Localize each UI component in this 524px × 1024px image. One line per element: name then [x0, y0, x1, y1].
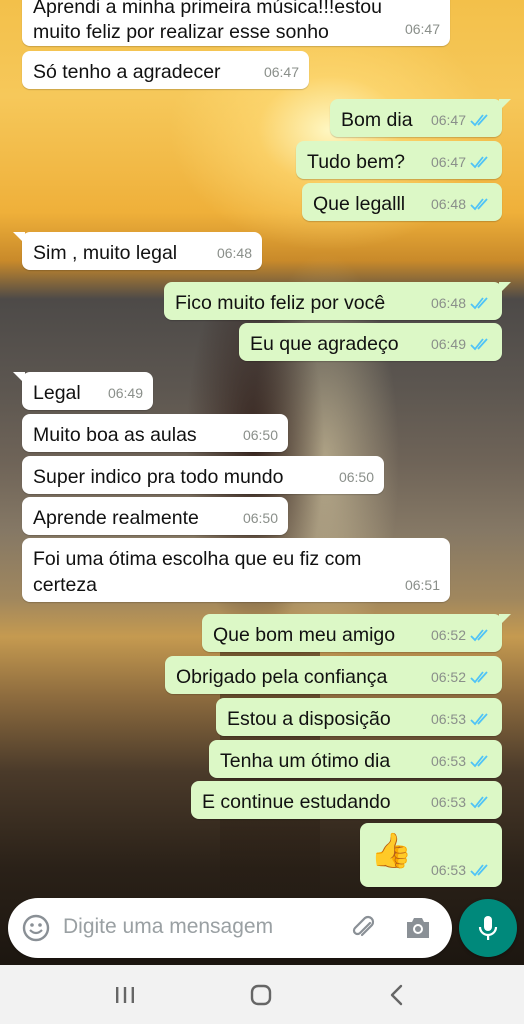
message-text: Fico muito feliz por você — [175, 292, 386, 314]
read-ticks-icon — [470, 713, 488, 726]
read-ticks-icon — [470, 629, 488, 642]
message-text: Tenha um ótimo dia — [220, 750, 391, 772]
read-ticks-icon — [470, 671, 488, 684]
outgoing-message[interactable]: Que bom meu amigo 06:52 — [202, 614, 511, 652]
mic-button[interactable] — [459, 899, 517, 957]
emoji-icon[interactable] — [22, 914, 50, 942]
read-ticks-icon — [470, 198, 488, 211]
message-text: Legal — [33, 382, 81, 404]
incoming-message[interactable]: Muito boa as aulas 06:50 — [22, 414, 288, 452]
camera-icon[interactable] — [404, 915, 432, 941]
incoming-message[interactable]: Aprende realmente 06:50 — [22, 497, 288, 535]
outgoing-message[interactable]: Eu que agradeço 06:49 — [239, 323, 502, 361]
outgoing-message[interactable]: Fico muito feliz por você 06:48 — [164, 282, 511, 320]
read-ticks-icon — [470, 796, 488, 809]
message-text: Só tenho a agradecer — [33, 61, 221, 83]
message-text: Estou a disposição — [227, 708, 391, 730]
message-time: 06:50 — [338, 469, 374, 485]
message-time: 06:52 — [430, 627, 466, 643]
message-time: 06:50 — [242, 510, 278, 526]
outgoing-message[interactable]: Tudo bem? 06:47 — [296, 141, 502, 179]
system-navigation-bar — [0, 965, 524, 1024]
message-time: 06:48 — [430, 196, 466, 212]
message-input[interactable]: Digite uma mensagem — [63, 915, 273, 939]
message-text: Eu que agradeço — [250, 333, 399, 355]
message-text: Obrigado pela confiança — [176, 666, 388, 688]
message-time: 06:53 — [430, 753, 466, 769]
read-ticks-icon — [470, 297, 488, 310]
outgoing-message[interactable]: Obrigado pela confiança 06:52 — [165, 656, 502, 694]
incoming-message[interactable]: Só tenho a agradecer 06:47 — [22, 51, 309, 89]
message-text: Que legalll — [313, 193, 406, 215]
attach-icon[interactable] — [350, 914, 378, 942]
message-text: Aprendi a minha primeira música!!!estou — [33, 0, 382, 18]
outgoing-message[interactable]: Que legalll 06:48 — [302, 183, 502, 221]
message-text: Que bom meu amigo — [213, 624, 396, 646]
message-text: certeza — [33, 574, 97, 596]
outgoing-message[interactable]: Estou a disposição 06:53 — [216, 698, 502, 736]
message-time: 06:48 — [216, 245, 252, 261]
back-icon[interactable] — [388, 984, 406, 1006]
incoming-message[interactable]: Sim , muito legal 06:48 — [13, 232, 262, 270]
message-text: Muito boa as aulas — [33, 424, 197, 446]
message-time: 06:52 — [430, 669, 466, 685]
read-ticks-icon — [470, 864, 488, 877]
outgoing-message[interactable]: E continue estudando 06:53 — [191, 781, 502, 819]
outgoing-message[interactable]: Bom dia 06:47 — [330, 99, 511, 137]
message-time: 06:51 — [404, 577, 440, 593]
message-time: 06:47 — [263, 64, 299, 80]
home-icon[interactable] — [250, 984, 272, 1006]
message-text: muito feliz por realizar esse sonho — [33, 21, 329, 43]
incoming-message[interactable]: Legal 06:49 — [13, 372, 153, 410]
incoming-message[interactable]: Aprendi a minha primeira música!!!estou … — [22, 0, 450, 46]
message-text: Aprende realmente — [33, 507, 199, 529]
recent-apps-icon[interactable] — [113, 985, 137, 1005]
thumbs-up-emoji: 👍 — [370, 832, 413, 870]
message-time: 06:53 — [430, 862, 466, 878]
outgoing-message[interactable]: Tenha um ótimo dia 06:53 — [209, 740, 502, 778]
message-text: Sim , muito legal — [33, 242, 178, 264]
message-time: 06:49 — [430, 336, 466, 352]
read-ticks-icon — [470, 338, 488, 351]
message-time: 06:53 — [430, 794, 466, 810]
mic-icon — [478, 916, 498, 940]
message-time: 06:49 — [107, 385, 143, 401]
message-time: 06:53 — [430, 711, 466, 727]
message-text: E continue estudando — [202, 791, 391, 813]
message-text: Foi uma ótima escolha que eu fiz com — [33, 548, 362, 570]
read-ticks-icon — [470, 755, 488, 768]
message-input-bar[interactable]: Digite uma mensagem — [8, 898, 452, 958]
message-text: Super indico pra todo mundo — [33, 466, 284, 488]
incoming-message[interactable]: Super indico pra todo mundo 06:50 — [22, 456, 384, 494]
message-text: Bom dia — [341, 109, 413, 131]
message-time: 06:50 — [242, 427, 278, 443]
outgoing-message[interactable]: 👍 06:53 — [360, 823, 502, 887]
read-ticks-icon — [470, 156, 488, 169]
read-ticks-icon — [470, 114, 488, 127]
message-time: 06:47 — [430, 112, 466, 128]
message-time: 06:48 — [430, 295, 466, 311]
message-time: 06:47 — [404, 21, 440, 37]
message-text: Tudo bem? — [307, 151, 405, 173]
incoming-message[interactable]: Foi uma ótima escolha que eu fiz com cer… — [22, 538, 450, 602]
message-time: 06:47 — [430, 154, 466, 170]
